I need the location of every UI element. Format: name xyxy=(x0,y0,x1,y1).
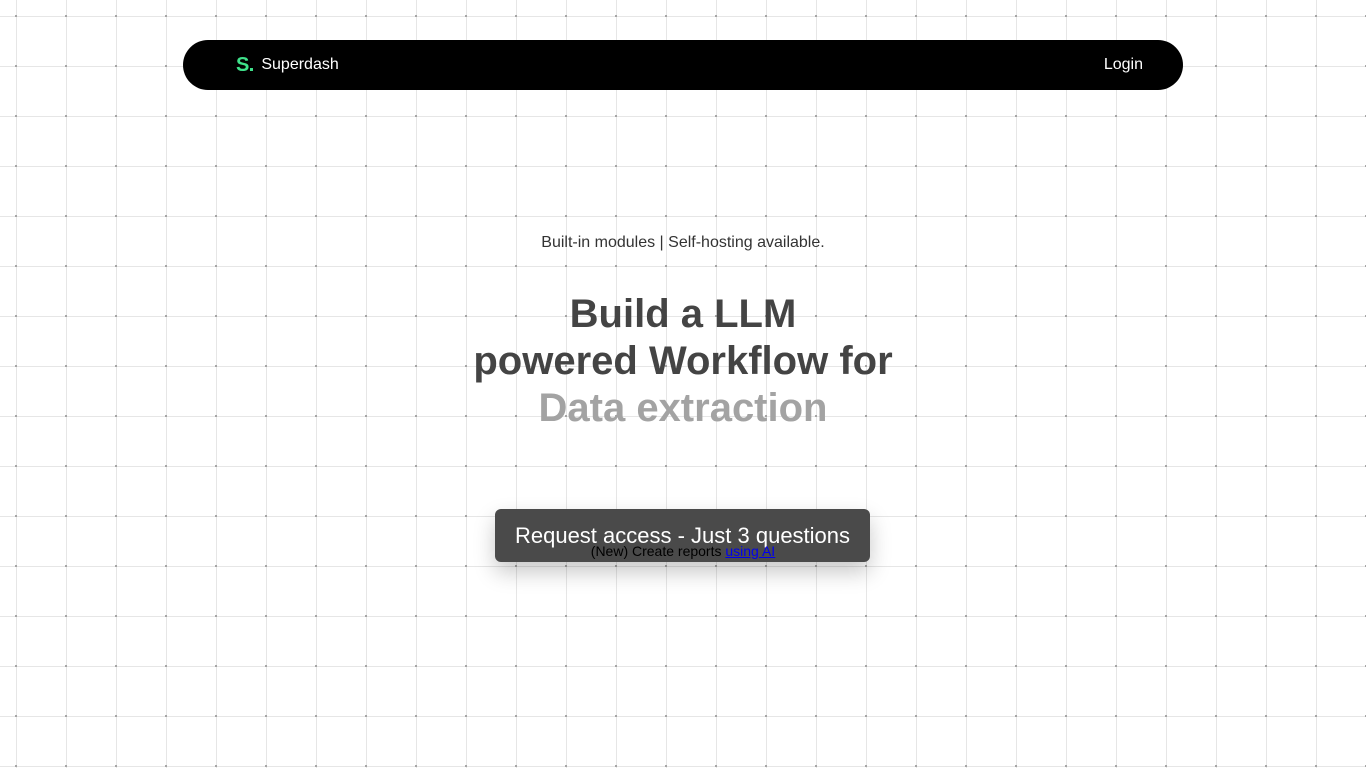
using-ai-link[interactable]: using AI xyxy=(725,543,775,559)
logo-letter: S xyxy=(236,53,250,76)
hero-headline: Build a LLM powered Workflow for Data ex… xyxy=(0,291,1366,432)
brand-home-link[interactable]: S Superdash xyxy=(236,40,339,90)
hero-tagline: Built-in modules | Self-hosting availabl… xyxy=(541,234,825,251)
top-navbar: S Superdash Login xyxy=(183,40,1183,90)
login-link[interactable]: Login xyxy=(1104,40,1143,90)
logo-dot xyxy=(250,67,254,71)
headline-rotating-word: Data extraction xyxy=(538,386,828,430)
new-feature-note: (New) Create reports using AI xyxy=(0,543,1366,559)
headline-line-2: powered Workflow for xyxy=(473,339,893,383)
headline-line-1: Build a LLM xyxy=(569,292,797,336)
brand-name: Superdash xyxy=(261,56,339,73)
superdash-logo-icon: S xyxy=(236,53,254,77)
note-text: (New) Create reports xyxy=(590,543,722,559)
